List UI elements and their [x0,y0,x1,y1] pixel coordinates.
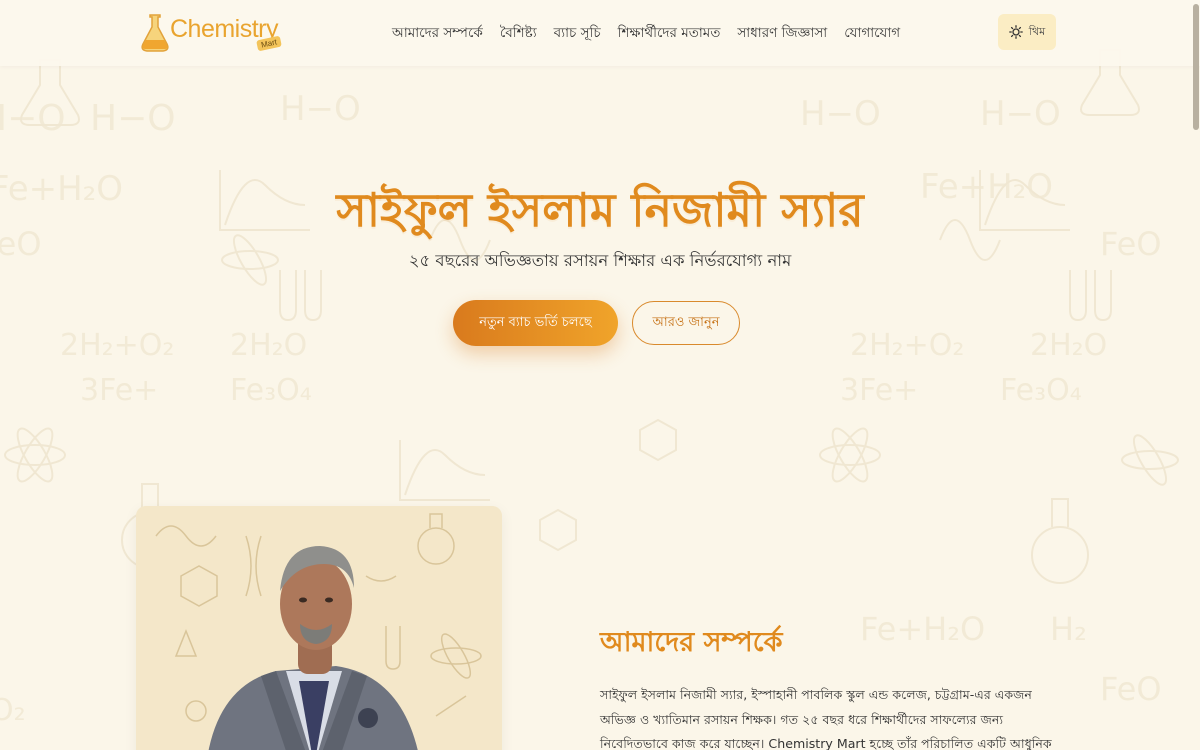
nav-link-faq[interactable]: সাধারণ জিজ্ঞাসা [737,22,827,45]
new-batch-admission-button[interactable]: নতুন ব্যাচ ভর্তি চলছে [453,300,618,346]
nav-link-testimonials[interactable]: শিক্ষার্থীদের মতামত [618,22,721,45]
nav-link-batch-schedule[interactable]: ব্যাচ সূচি [554,22,601,45]
nav-link-about[interactable]: আমাদের সম্পর্কে [392,22,483,45]
svg-text:Fe+H₂O: Fe+H₂O [860,610,985,648]
teacher-photo [136,506,502,750]
about-heading: আমাদের সম্পর্কে [600,627,783,658]
nav-link-features[interactable]: বৈশিষ্ট্য [500,22,537,45]
flask-icon [141,14,169,52]
page-scrollbar[interactable] [1192,0,1200,750]
svg-text:H₂: H₂ [1050,610,1087,648]
theme-toggle-button[interactable]: থিম [998,14,1056,50]
learn-more-button[interactable]: আরও জানুন [632,301,740,345]
svg-text:O₂: O₂ [0,693,26,728]
main-nav: আমাদের সম্পর্কে বৈশিষ্ট্য ব্যাচ সূচি শিক… [392,22,900,45]
nav-link-contact[interactable]: যোগাযোগ [844,22,900,45]
brand-logo[interactable]: Chemistry Mart [140,10,290,56]
teacher-portrait-image [136,506,502,750]
theme-label: থিম [1028,24,1046,38]
hero-title: সাইফুল ইসলাম নিজামী স্যার [336,183,864,237]
hero-section: সাইফুল ইসলাম নিজামী স্যার ২৫ বছরের অভিজ্… [0,66,1200,486]
sun-icon [1008,25,1023,39]
about-description: সাইফুল ইসলাম নিজামী স্যার, ইস্পাহানী পাব… [600,687,1052,750]
hero-subtitle: ২৫ বছরের অভিজ্ঞতায় রসায়ন শিক্ষার এক নি… [408,251,792,270]
top-navbar: Chemistry Mart আমাদের সম্পর্কে বৈশিষ্ট্য… [0,0,1200,66]
svg-text:FeO: FeO [1100,670,1162,708]
scrollbar-thumb[interactable] [1193,4,1199,130]
